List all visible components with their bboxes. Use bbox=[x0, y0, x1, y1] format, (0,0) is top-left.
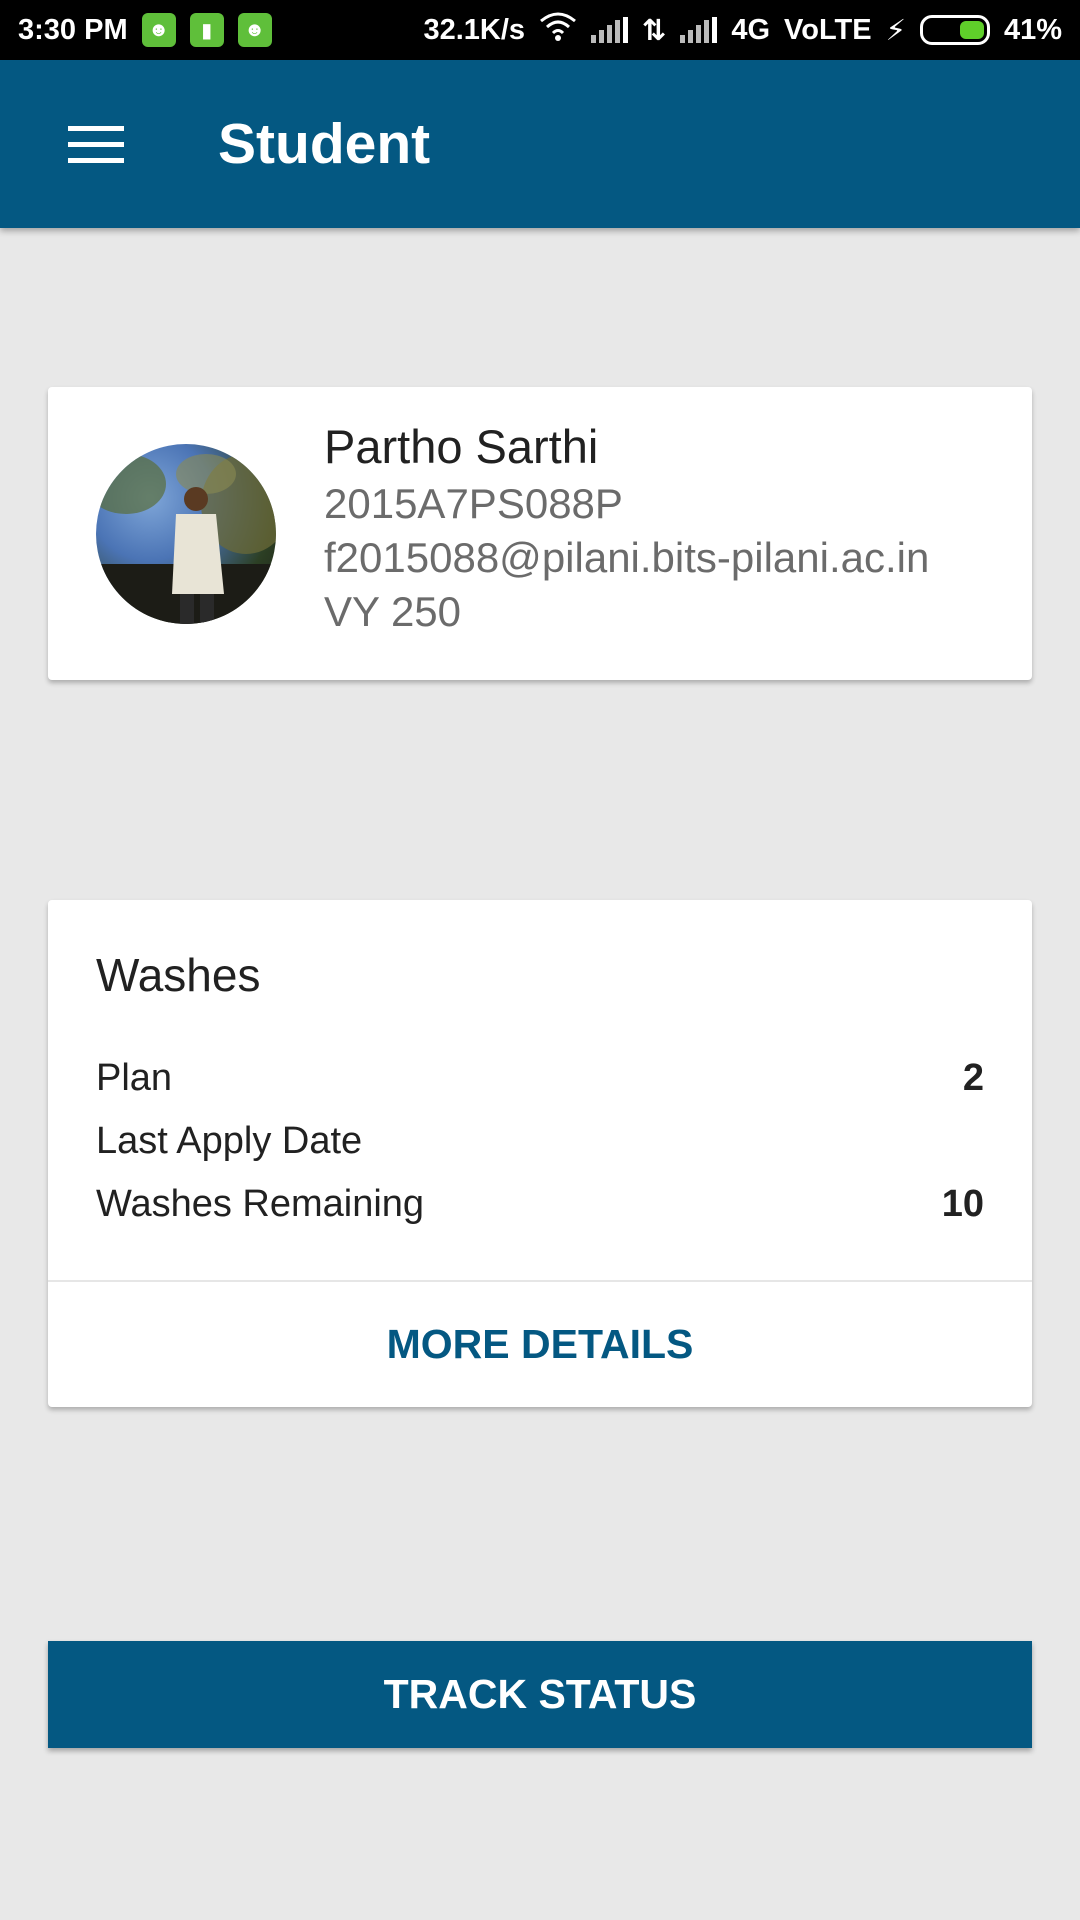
student-room: VY 250 bbox=[324, 588, 462, 635]
menu-icon[interactable] bbox=[68, 125, 124, 163]
washes-row-remaining: Washes Remaining 10 bbox=[96, 1181, 984, 1227]
row-label: Washes Remaining bbox=[96, 1183, 425, 1225]
wifi-icon bbox=[539, 11, 577, 49]
status-bar-right: 32.1K/s ⇅ 4G VoLTE ⚡ 41% bbox=[423, 11, 1062, 49]
battery-notification-icon: ▮ bbox=[189, 13, 224, 47]
row-value: 10 bbox=[941, 1183, 984, 1225]
track-status-button[interactable]: TRACK STATUS bbox=[48, 1641, 1032, 1748]
washes-title: Washes bbox=[96, 949, 261, 1001]
student-email: f2015088@pilani.bits-pilani.ac.in bbox=[324, 534, 930, 581]
battery-percent: 41% bbox=[1003, 13, 1062, 46]
signal-icon bbox=[680, 17, 718, 43]
signal-icon bbox=[591, 17, 629, 43]
row-value: 2 bbox=[962, 1057, 984, 1099]
washes-card: Washes Plan 2 Last Apply Date Washes Rem… bbox=[48, 900, 1032, 1407]
status-bar: 3:30 PM ☻ ▮ ☻ 32.1K/s ⇅ 4G VoLTE ⚡ 41% bbox=[0, 0, 1080, 60]
washes-row-plan: Plan 2 bbox=[96, 1055, 984, 1101]
volte-label: VoLTE bbox=[784, 13, 872, 46]
network-type: 4G bbox=[731, 13, 771, 46]
row-label: Plan bbox=[96, 1057, 173, 1099]
more-details-button[interactable]: MORE DETAILS bbox=[48, 1282, 1032, 1407]
battery-icon bbox=[919, 15, 990, 45]
data-transfer-icon: ⇅ bbox=[642, 14, 667, 47]
washes-row-last-apply-date: Last Apply Date bbox=[96, 1118, 984, 1164]
profile-card: Partho Sarthi 2015A7PS088P f2015088@pila… bbox=[48, 387, 1032, 680]
status-bar-left: 3:30 PM ☻ ▮ ☻ bbox=[18, 13, 272, 47]
student-id: 2015A7PS088P bbox=[324, 480, 623, 527]
android-notification-icon: ☻ bbox=[141, 13, 176, 47]
android-notification-icon: ☻ bbox=[237, 13, 272, 47]
status-time: 3:30 PM bbox=[18, 13, 128, 46]
network-speed: 32.1K/s bbox=[423, 13, 526, 46]
page-title: Student bbox=[218, 112, 431, 176]
row-label: Last Apply Date bbox=[96, 1120, 363, 1162]
charging-icon: ⚡ bbox=[885, 14, 906, 47]
app-bar: Student bbox=[0, 60, 1080, 228]
student-name: Partho Sarthi bbox=[324, 420, 599, 473]
profile-info: Partho Sarthi 2015A7PS088P f2015088@pila… bbox=[324, 417, 929, 639]
avatar bbox=[96, 444, 276, 624]
